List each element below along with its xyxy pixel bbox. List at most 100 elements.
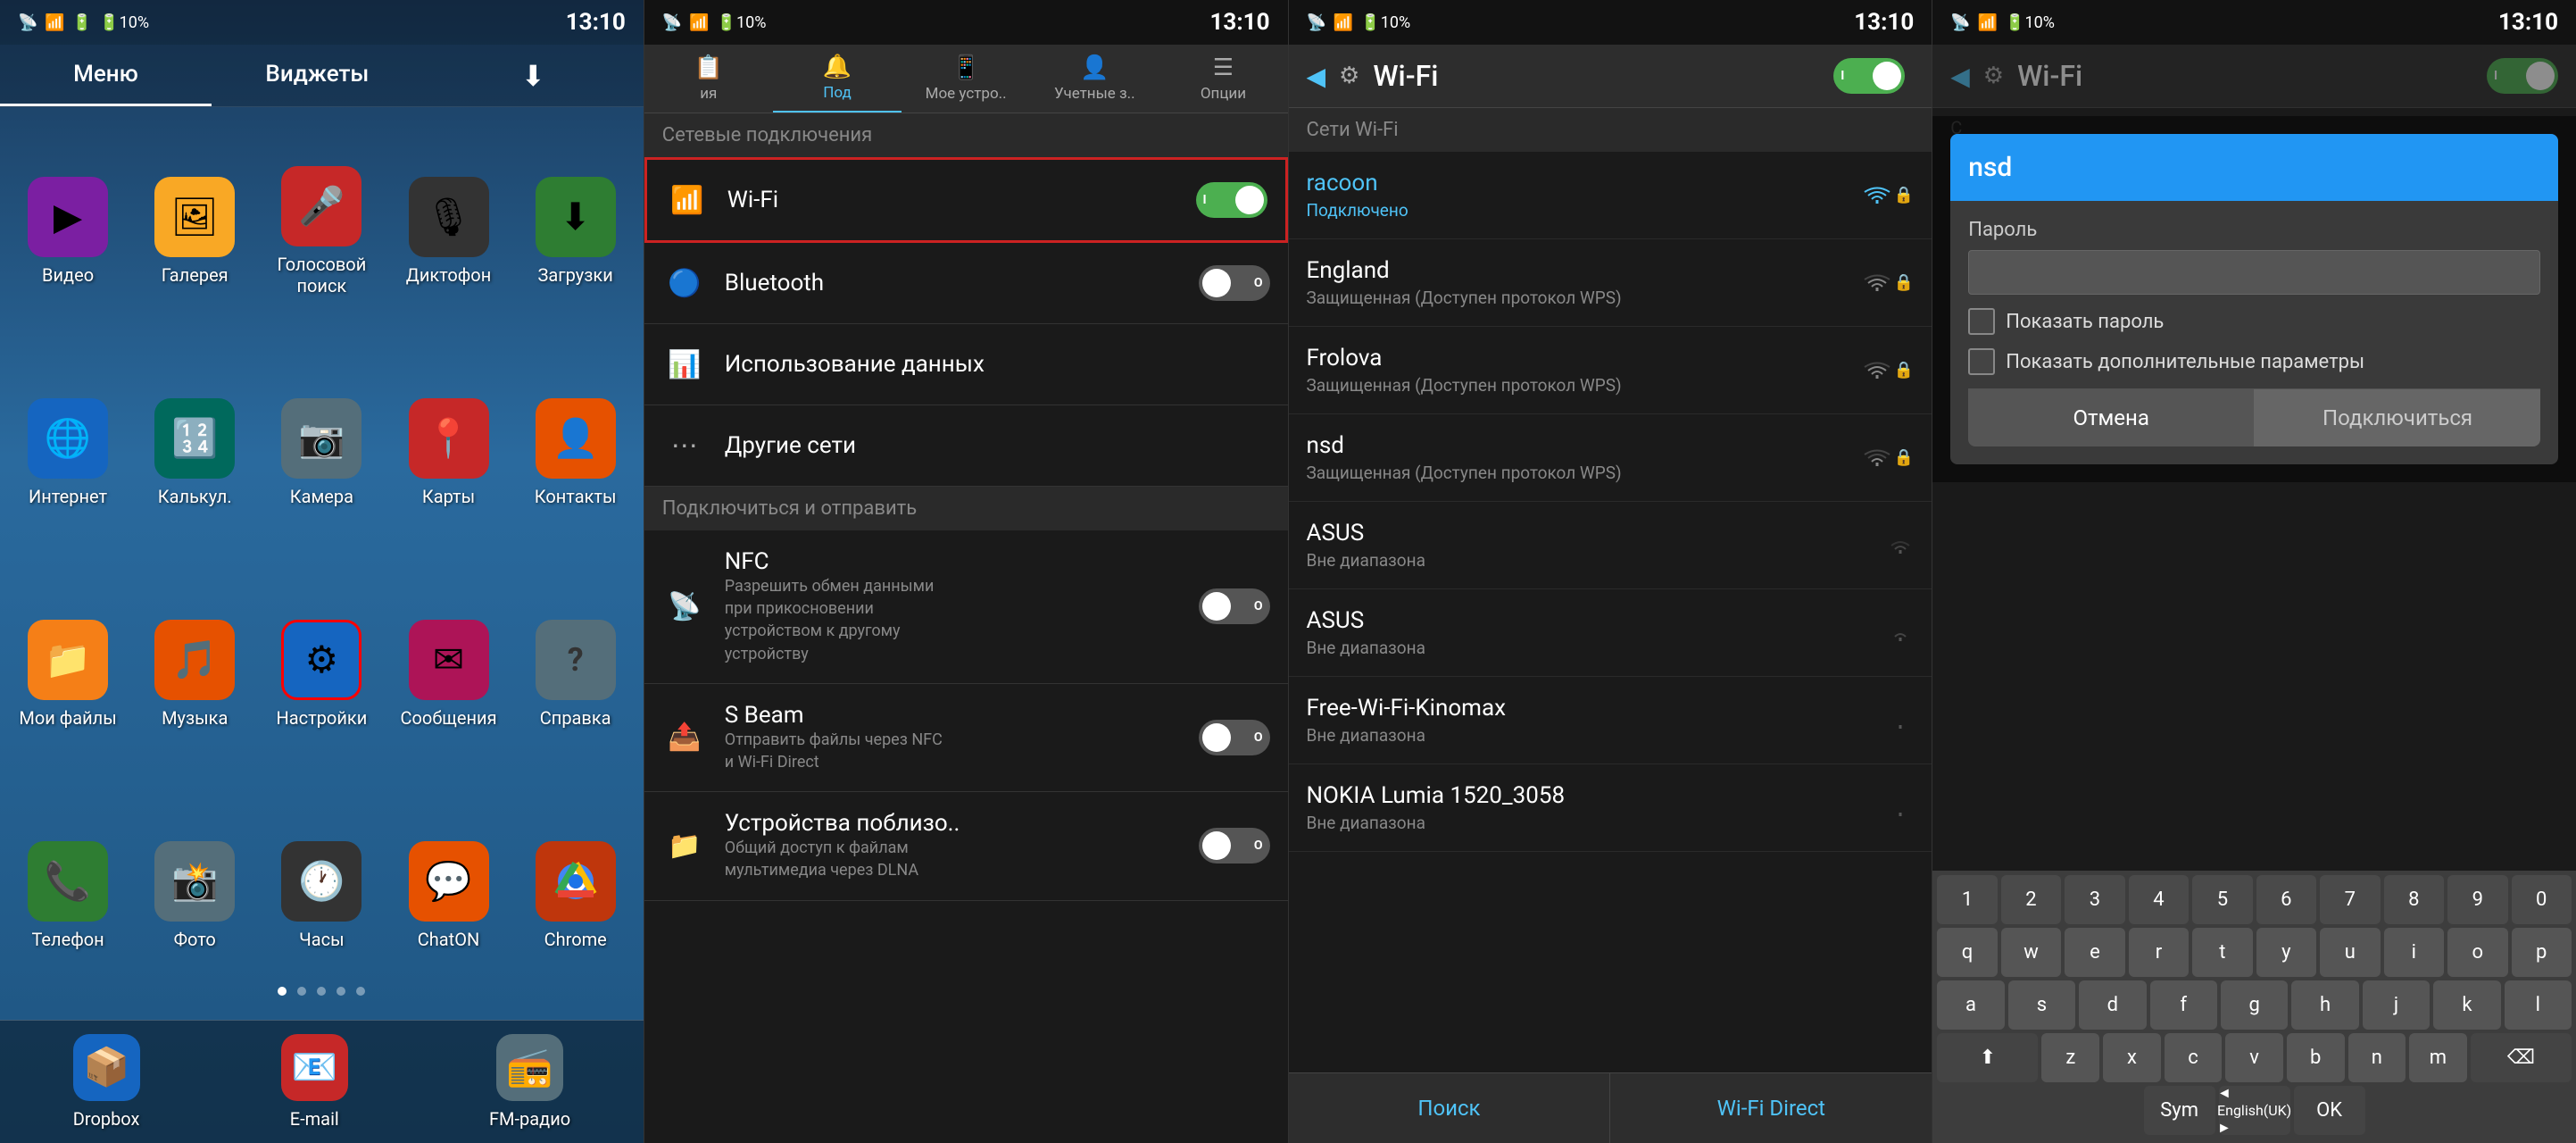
app-music[interactable]: 🎵 Музыка (136, 568, 253, 780)
wifi-back-button[interactable]: ◀ (1307, 62, 1326, 91)
kb-key-s[interactable]: s (2008, 980, 2075, 1030)
kb-backspace-key[interactable]: ⌫ (2471, 1033, 2572, 1082)
kb-key-o[interactable]: o (2447, 928, 2507, 977)
show-advanced-checkbox[interactable] (1968, 348, 1995, 375)
dialog-connect-button[interactable]: Подключиться (2255, 389, 2540, 446)
wifi-direct-button[interactable]: Wi-Fi Direct (1609, 1073, 1932, 1143)
kb-key-2[interactable]: 2 (2001, 875, 2061, 924)
kb-key-f[interactable]: f (2150, 980, 2217, 1030)
app-camera[interactable]: 📷 Камера (262, 346, 380, 559)
kb-key-a[interactable]: a (1937, 980, 2004, 1030)
settings-item-data[interactable]: 📊 Использование данных (644, 324, 1288, 405)
network-asus2[interactable]: ASUS Вне диапазона (1289, 589, 1932, 677)
kb-key-7[interactable]: 7 (2320, 875, 2380, 924)
app-fmradio[interactable]: 📻 FM-радио (489, 1034, 570, 1130)
app-myfiles[interactable]: 📁 Мои файлы (9, 568, 127, 780)
kb-ok-key[interactable]: OK (2294, 1086, 2365, 1135)
nearby-toggle[interactable]: O (1199, 828, 1270, 864)
bluetooth-toggle[interactable]: O (1199, 265, 1270, 301)
app-video[interactable]: ▶ Видео (9, 125, 127, 338)
kb-key-c[interactable]: c (2165, 1033, 2223, 1082)
kb-key-0[interactable]: 0 (2512, 875, 2572, 924)
settings-tab-1[interactable]: 🔔 Под (773, 45, 902, 113)
app-settings[interactable]: ⚙ Настройки (262, 568, 380, 780)
app-contacts[interactable]: 👤 Контакты (517, 346, 635, 559)
kb-key-b[interactable]: b (2287, 1033, 2345, 1082)
settings-item-nfc[interactable]: 📡 NFC Разрешить обмен даннымипри прикосн… (644, 530, 1288, 684)
kb-key-i[interactable]: i (2384, 928, 2444, 977)
network-kinomax[interactable]: Free-Wi-Fi-Kinomax Вне диапазона (1289, 677, 1932, 764)
show-password-checkbox[interactable] (1968, 308, 1995, 335)
sbeam-toggle[interactable]: O (1199, 720, 1270, 755)
app-downloads[interactable]: ⬇ Загрузки (517, 125, 635, 338)
kb-language-key[interactable]: ◄ English(UK) ► (2219, 1086, 2290, 1135)
app-voice-search[interactable]: 🎤 Голосовой поиск (262, 125, 380, 338)
settings-item-nearby[interactable]: 📁 Устройства поблизо.. Общий доступ к фа… (644, 792, 1288, 900)
wifi-toggle[interactable]: I (1196, 182, 1267, 218)
settings-item-sbeam[interactable]: 📤 S Beam Отправить файлы через NFCи Wi-F… (644, 684, 1288, 792)
kb-key-w[interactable]: w (2001, 928, 2061, 977)
kb-key-m[interactable]: m (2409, 1033, 2467, 1082)
kb-key-u[interactable]: u (2320, 928, 2380, 977)
app-messages[interactable]: ✉ Сообщения (389, 568, 507, 780)
settings-tab-2[interactable]: 📱 Мое устро.. (902, 45, 1030, 113)
kb-key-3[interactable]: 3 (2065, 875, 2124, 924)
settings-tab-3[interactable]: 👤 Учетные з.. (1030, 45, 1159, 113)
nfc-toggle[interactable]: O (1199, 588, 1270, 624)
app-clock[interactable]: 🕐 Часы (262, 789, 380, 1002)
app-dictophone[interactable]: 🎙 Диктофон (389, 125, 507, 338)
app-email[interactable]: 📧 E-mail (281, 1034, 348, 1130)
kb-key-j[interactable]: j (2363, 980, 2430, 1030)
kb-sym-key[interactable]: Sym (2144, 1086, 2215, 1135)
settings-item-wifi[interactable]: 📶 Wi-Fi I (644, 157, 1288, 243)
kb-key-x[interactable]: x (2103, 1033, 2161, 1082)
settings-item-bluetooth[interactable]: 🔵 Bluetooth O (644, 243, 1288, 324)
app-maps[interactable]: 📍 Карты (389, 346, 507, 559)
kb-key-q[interactable]: q (1937, 928, 1997, 977)
kb-key-l[interactable]: l (2505, 980, 2572, 1030)
kb-key-d[interactable]: d (2079, 980, 2146, 1030)
app-phone[interactable]: 📞 Телефон (9, 789, 127, 1002)
network-asus1[interactable]: ASUS Вне диапазона (1289, 502, 1932, 589)
kb-key-p[interactable]: p (2512, 928, 2572, 977)
wifi-header-toggle[interactable]: I (1833, 58, 1905, 94)
tab-menu[interactable]: Меню (0, 45, 212, 106)
network-nokia[interactable]: NOKIA Lumia 1520_3058 Вне диапазона (1289, 764, 1932, 852)
kb-key-5[interactable]: 5 (2192, 875, 2252, 924)
app-gallery[interactable]: 🖼 Галерея (136, 125, 253, 338)
dialog-cancel-button[interactable]: Отмена (1968, 389, 2255, 446)
kb-key-9[interactable]: 9 (2447, 875, 2507, 924)
kb-key-r[interactable]: r (2129, 928, 2189, 977)
kb-key-6[interactable]: 6 (2256, 875, 2316, 924)
tab-widgets[interactable]: Виджеты (212, 45, 423, 106)
kb-key-v[interactable]: v (2225, 1033, 2283, 1082)
kb-key-1[interactable]: 1 (1937, 875, 1997, 924)
app-chrome[interactable]: Chrome (517, 789, 635, 1002)
network-nsd[interactable]: nsd Защищенная (Доступен протокол WPS) 🔒 (1289, 414, 1932, 502)
app-chaton[interactable]: 💬 ChatON (389, 789, 507, 1002)
kb-key-4[interactable]: 4 (2129, 875, 2189, 924)
password-input[interactable] (1968, 250, 2540, 295)
app-help[interactable]: ? Справка (517, 568, 635, 780)
app-photo[interactable]: 📸 Фото (136, 789, 253, 1002)
kb-key-g[interactable]: g (2221, 980, 2288, 1030)
kb-key-t[interactable]: t (2192, 928, 2252, 977)
network-frolova[interactable]: Frolova Защищенная (Доступен протокол WP… (1289, 327, 1932, 414)
settings-item-other-networks[interactable]: ⋯ Другие сети (644, 405, 1288, 487)
kb-shift-key[interactable]: ⬆ (1937, 1033, 2038, 1082)
app-dropbox[interactable]: 📦 Dropbox (73, 1034, 140, 1130)
kb-key-e[interactable]: e (2065, 928, 2124, 977)
kb-key-y[interactable]: y (2256, 928, 2316, 977)
kb-key-z[interactable]: z (2041, 1033, 2099, 1082)
kb-key-h[interactable]: h (2291, 980, 2358, 1030)
app-internet[interactable]: 🌐 Интернет (9, 346, 127, 559)
tab-download[interactable]: ⬇ (423, 45, 644, 106)
network-racoon[interactable]: racoon Подключено 🔒 (1289, 152, 1932, 239)
app-calculator[interactable]: 🔢 Калькул. (136, 346, 253, 559)
kb-key-n[interactable]: n (2348, 1033, 2406, 1082)
kb-key-k[interactable]: k (2433, 980, 2500, 1030)
wifi-search-button[interactable]: Поиск (1289, 1073, 1610, 1143)
settings-tab-0[interactable]: 📋 ия (644, 45, 773, 113)
kb-key-8[interactable]: 8 (2384, 875, 2444, 924)
settings-tab-4[interactable]: ☰ Опции (1159, 45, 1287, 113)
